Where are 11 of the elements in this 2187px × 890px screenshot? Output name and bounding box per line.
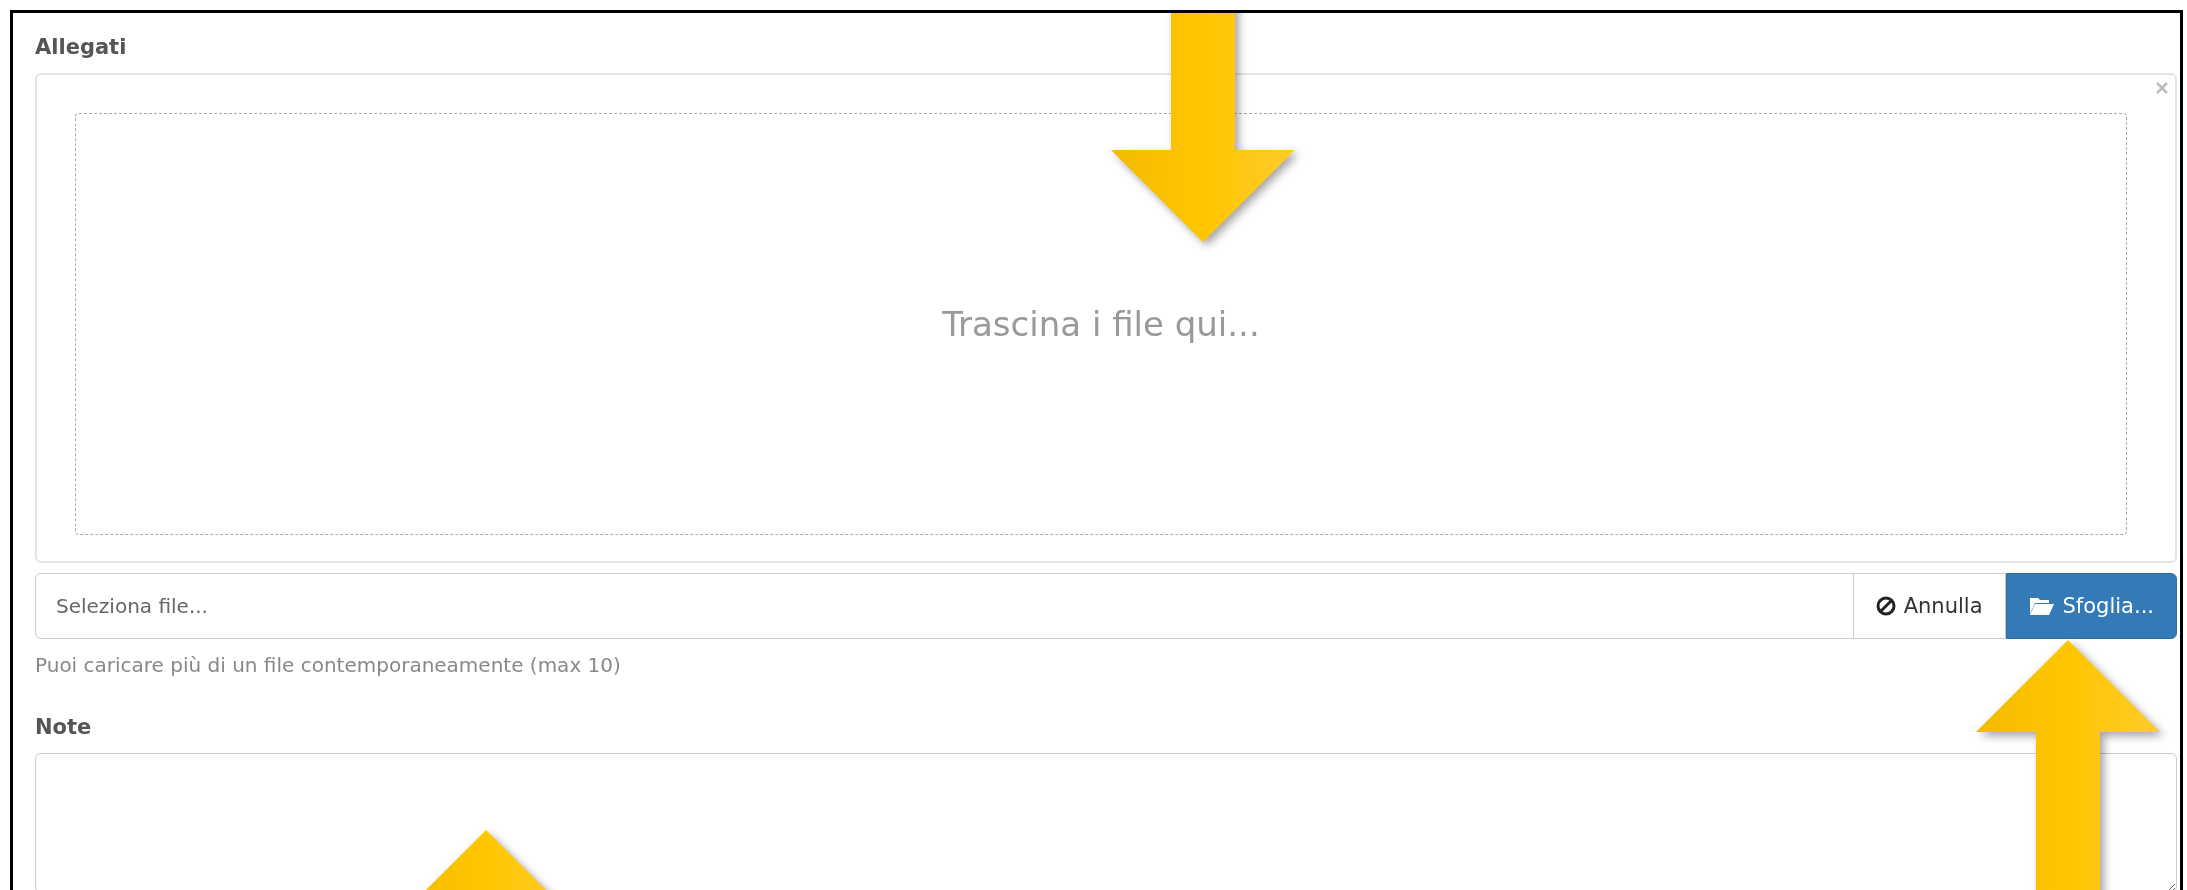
cancel-button[interactable]: Annulla <box>1853 573 2006 639</box>
ban-icon <box>1875 596 1896 616</box>
close-icon[interactable] <box>2155 81 2169 95</box>
drop-zone-hint: Trascina i file qui... <box>942 304 1260 344</box>
help-text: Puoi caricare più di un file contemporaneamente (max 10) <box>35 653 622 677</box>
folder-icon <box>2028 596 2055 616</box>
section-label: Allegati <box>35 35 128 59</box>
browse-button[interactable]: Sfoglia... <box>2005 573 2177 639</box>
note-label: Note <box>35 715 93 739</box>
note-field[interactable] <box>35 753 2177 890</box>
file-field[interactable]: Seleziona file... <box>35 573 1854 639</box>
